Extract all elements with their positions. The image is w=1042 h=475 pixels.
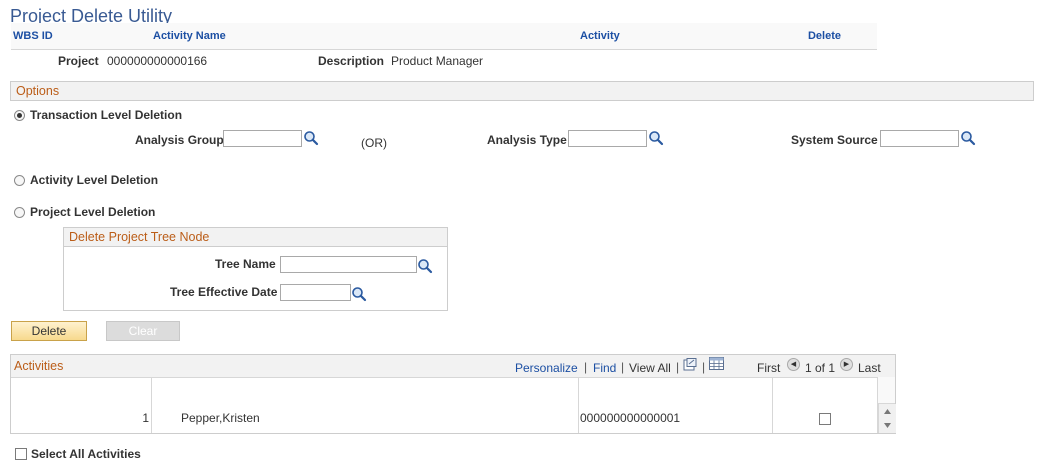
col-divider <box>772 377 773 433</box>
row-range: 1 of 1 <box>805 361 836 375</box>
row-scrollbar[interactable] <box>878 404 896 433</box>
project-label: Project <box>58 54 99 68</box>
tree-effdt-lookup-icon[interactable] <box>351 286 367 302</box>
tree-effdt-input[interactable] <box>280 284 351 301</box>
tree-name-lookup-icon[interactable] <box>417 258 433 274</box>
activity-level-radio[interactable] <box>14 175 25 186</box>
activity-level-label: Activity Level Deletion <box>30 173 159 187</box>
find-link[interactable]: Find <box>593 361 616 375</box>
project-level-radio[interactable] <box>14 207 25 218</box>
analysis-type-input[interactable] <box>568 130 647 147</box>
col-activity-name[interactable]: Activity Name <box>151 23 579 50</box>
project-value: 000000000000166 <box>107 54 208 68</box>
transaction-level-radio[interactable] <box>14 110 25 121</box>
select-all-checkbox[interactable] <box>15 448 27 460</box>
previous-arrow-icon[interactable]: ◀ <box>787 358 800 371</box>
separator: | <box>702 360 706 374</box>
header-scroll-spacer <box>877 377 895 404</box>
scroll-arrows-icon[interactable] <box>879 404 896 433</box>
delete-button[interactable]: Delete <box>11 321 87 341</box>
or-text: (OR) <box>361 136 387 150</box>
col-divider <box>578 377 579 433</box>
tree-node-header: Delete Project Tree Node <box>63 227 448 247</box>
system-source-input[interactable] <box>880 130 959 147</box>
new-window-icon[interactable] <box>683 358 697 371</box>
last-label: Last <box>858 361 881 375</box>
analysis-group-input[interactable] <box>223 130 302 147</box>
row-delete-checkbox[interactable] <box>819 413 831 425</box>
activities-title: Activities <box>14 359 64 373</box>
cell-activity-name: Pepper,Kristen <box>181 411 260 425</box>
next-arrow-icon[interactable]: ▶ <box>840 358 853 371</box>
analysis-type-label: Analysis Type <box>487 133 567 147</box>
transaction-level-label: Transaction Level Deletion <box>30 108 183 122</box>
col-wbs-id[interactable]: WBS ID <box>11 23 152 50</box>
cell-wbs-id: 1 <box>142 411 149 425</box>
system-source-label: System Source <box>791 133 878 147</box>
analysis-group-lookup-icon[interactable] <box>303 130 319 146</box>
options-header: Options <box>10 81 1034 101</box>
first-label: First <box>757 361 781 375</box>
col-activity[interactable]: Activity <box>578 23 773 50</box>
project-level-label: Project Level Deletion <box>30 205 156 219</box>
cell-activity: 000000000000001 <box>580 411 681 425</box>
personalize-link[interactable]: Personalize <box>515 361 578 375</box>
system-source-lookup-icon[interactable] <box>960 130 976 146</box>
select-all-label: Select All Activities <box>31 447 141 461</box>
analysis-type-lookup-icon[interactable] <box>648 130 664 146</box>
separator: | <box>676 360 680 374</box>
tree-name-label: Tree Name <box>215 257 276 271</box>
tree-effdt-label: Tree Effective Date <box>170 285 278 299</box>
download-grid-icon[interactable] <box>709 357 724 370</box>
col-divider <box>151 377 152 433</box>
clear-button[interactable]: Clear <box>106 321 180 341</box>
description-value: Product Manager <box>391 54 484 68</box>
tree-name-input[interactable] <box>280 256 417 273</box>
description-label: Description <box>318 54 385 68</box>
separator: | <box>621 360 625 374</box>
col-delete[interactable]: Delete <box>772 23 877 50</box>
analysis-group-label: Analysis Group <box>135 133 224 147</box>
view-all-link[interactable]: View All <box>629 361 671 375</box>
separator: | <box>584 360 588 374</box>
